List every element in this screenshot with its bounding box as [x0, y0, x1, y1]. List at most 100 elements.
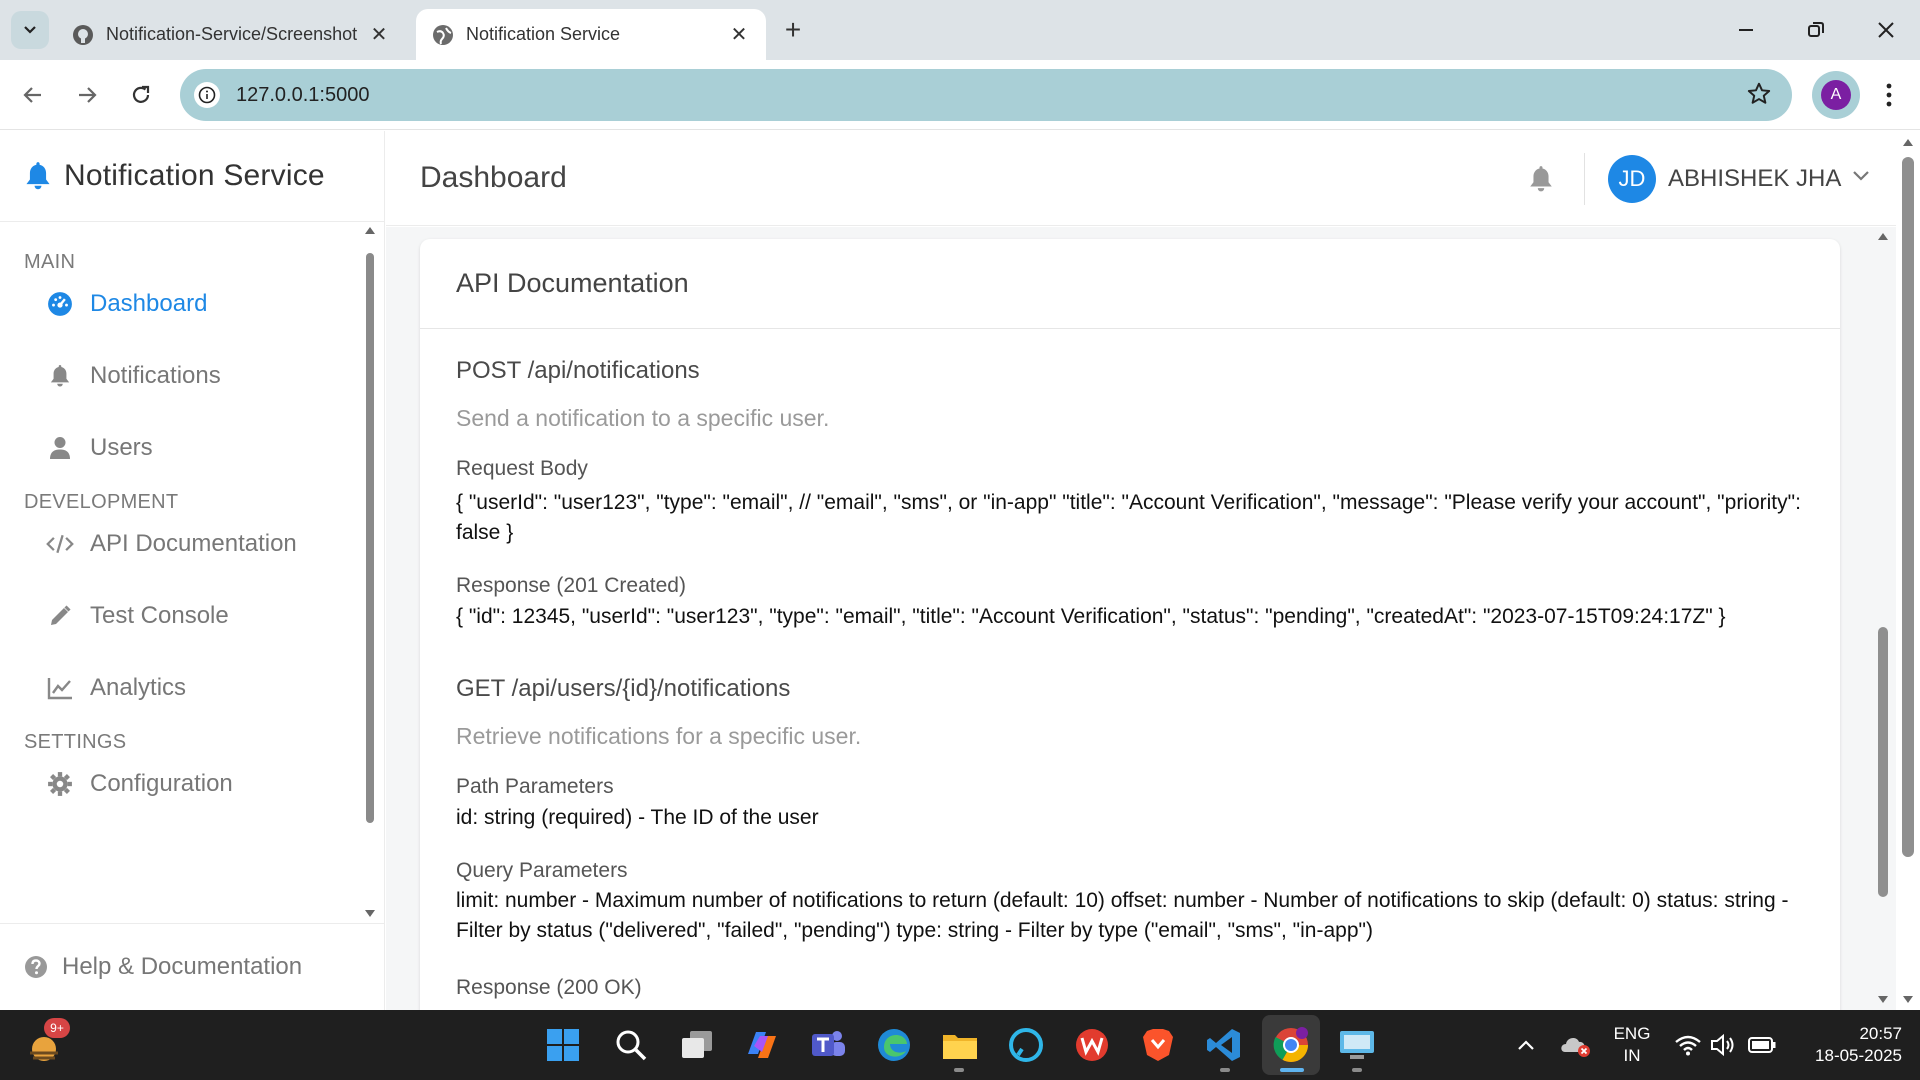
scroll-up-icon	[1903, 139, 1913, 146]
notifications-bell-button[interactable]	[1528, 165, 1554, 198]
address-bar[interactable]	[180, 69, 1792, 121]
page-scrollbar-thumb[interactable]	[1902, 157, 1914, 857]
scroll-down-icon	[1903, 996, 1913, 1003]
sidebar-item-test-console[interactable]: Test Console	[46, 596, 229, 636]
language-code: ENG	[1613, 1024, 1651, 1043]
brand-title: Notification Service	[64, 159, 325, 192]
query-parameters-label: Query Parameters	[456, 859, 628, 882]
notification-count-badge: 9+	[44, 1018, 70, 1038]
user-name[interactable]: ABHISHEK JHA	[1668, 165, 1841, 193]
globe-icon	[432, 24, 454, 46]
onedrive-status[interactable]	[1554, 1023, 1598, 1067]
request-body-label: Request Body	[456, 457, 588, 480]
user-menu-chevron-icon[interactable]	[1852, 169, 1870, 187]
sidebar-scrollbar[interactable]	[363, 223, 377, 923]
endpoint-description: Send a notification to a specific user.	[456, 405, 830, 431]
browser-profile-button[interactable]: A	[1812, 71, 1860, 119]
reload-button[interactable]	[122, 76, 160, 114]
close-window-button[interactable]	[1868, 12, 1904, 48]
content-scrollbar[interactable]	[1872, 227, 1894, 1010]
alexa-icon	[1009, 1028, 1043, 1062]
page-scrollbar[interactable]	[1896, 131, 1920, 1010]
tab-title: Notification Service	[466, 24, 621, 44]
new-tab-button[interactable]: +	[776, 14, 810, 48]
sidebar-item-configuration[interactable]: Configuration	[46, 764, 233, 804]
help-documentation-link[interactable]: Help & Documentation	[0, 923, 385, 1010]
sidebar-item-users[interactable]: Users	[46, 428, 153, 468]
endpoint-title: GET /api/users/{id}/notifications	[456, 675, 791, 702]
sidebar-item-label: API Documentation	[90, 530, 297, 557]
response-label: Response (201 Created)	[456, 574, 686, 597]
brave-button[interactable]	[1136, 1023, 1180, 1067]
edge-button[interactable]	[872, 1023, 916, 1067]
browser-menu-button[interactable]	[1874, 78, 1904, 112]
sidebar-item-notifications[interactable]: Notifications	[46, 356, 221, 396]
sidebar-item-api-documentation[interactable]: API Documentation	[46, 524, 297, 564]
profile-avatar: A	[1821, 80, 1851, 110]
chevron-up-icon	[1518, 1040, 1534, 1050]
sidebar-item-label: Dashboard	[90, 290, 208, 317]
brand[interactable]: Notification Service	[0, 131, 385, 222]
running-indicator	[954, 1068, 964, 1072]
copilot-icon	[748, 1032, 776, 1058]
back-button[interactable]	[14, 76, 52, 114]
wps-office-button[interactable]	[1070, 1023, 1114, 1067]
pencil-icon	[46, 604, 74, 628]
vscode-icon	[1207, 1029, 1240, 1061]
start-button[interactable]	[541, 1023, 585, 1067]
help-label: Help & Documentation	[62, 953, 303, 980]
brave-icon	[1143, 1029, 1173, 1061]
sidebar-item-label: Configuration	[90, 770, 233, 797]
task-view-button[interactable]	[675, 1023, 719, 1067]
web-page: Notification Service MAIN Dashboard Noti…	[0, 131, 1920, 1010]
card-title: API Documentation	[420, 239, 1840, 329]
path-parameters-text: id: string (required) - The ID of the us…	[456, 806, 819, 829]
wps-icon	[1076, 1029, 1108, 1061]
tab-search-button[interactable]	[11, 11, 49, 49]
remote-desktop-button[interactable]	[1335, 1023, 1379, 1067]
restore-button[interactable]	[1798, 12, 1834, 48]
reload-icon	[132, 85, 150, 103]
tab-close-icon[interactable]: ✕	[728, 22, 750, 47]
sidebar-item-label: Test Console	[90, 602, 229, 629]
chrome-button[interactable]	[1269, 1023, 1313, 1067]
forward-button[interactable]	[68, 76, 106, 114]
url-input[interactable]	[236, 83, 1036, 107]
show-hidden-icons-button[interactable]	[1504, 1023, 1548, 1067]
battery-status[interactable]	[1740, 1023, 1784, 1067]
sidebar-nav: MAIN Dashboard Notifications Users DEVEL…	[0, 223, 385, 923]
input-language[interactable]: ENG IN	[1606, 1023, 1658, 1067]
content-scrollbar-thumb[interactable]	[1878, 627, 1888, 897]
wifi-icon	[1675, 1035, 1701, 1056]
search-icon	[616, 1030, 647, 1061]
copilot-button[interactable]	[740, 1023, 784, 1067]
tab-close-icon[interactable]: ✕	[368, 22, 390, 47]
alexa-button[interactable]	[1004, 1023, 1048, 1067]
search-button[interactable]	[609, 1023, 653, 1067]
tab-github[interactable]: Notification-Service/Screenshot ✕	[56, 9, 406, 60]
clock[interactable]: 20:57 18-05-2025	[1792, 1023, 1902, 1067]
sidebar-scrollbar-thumb[interactable]	[366, 253, 374, 823]
bell-icon	[26, 162, 50, 190]
sidebar-item-dashboard[interactable]: Dashboard	[46, 284, 207, 324]
bookmark-star-icon[interactable]	[1746, 81, 1772, 112]
site-info-icon[interactable]	[194, 82, 220, 108]
file-explorer-button[interactable]	[938, 1023, 982, 1067]
gear-icon	[46, 771, 74, 797]
taskbar: 9+ ENG IN 20:57 18-05-2025	[0, 1010, 1920, 1080]
sidebar-item-analytics[interactable]: Analytics	[46, 668, 186, 708]
chart-line-icon	[46, 676, 74, 700]
minimize-button[interactable]	[1728, 12, 1764, 48]
folder-icon	[943, 1035, 977, 1059]
tab-notification-service[interactable]: Notification Service ✕	[416, 9, 766, 60]
teams-button[interactable]	[806, 1023, 850, 1067]
query-parameters-text: limit: number - Maximum number of notifi…	[456, 889, 1789, 942]
user-avatar[interactable]: JD	[1608, 155, 1656, 203]
response-label: Response (200 OK)	[456, 976, 642, 999]
scroll-down-icon	[365, 910, 375, 917]
region-code: IN	[1623, 1046, 1641, 1065]
vscode-button[interactable]	[1202, 1023, 1246, 1067]
scroll-up-icon	[365, 227, 375, 234]
tab-title: Notification-Service/Screenshot	[106, 24, 358, 44]
sidebar-item-label: Users	[90, 434, 153, 461]
